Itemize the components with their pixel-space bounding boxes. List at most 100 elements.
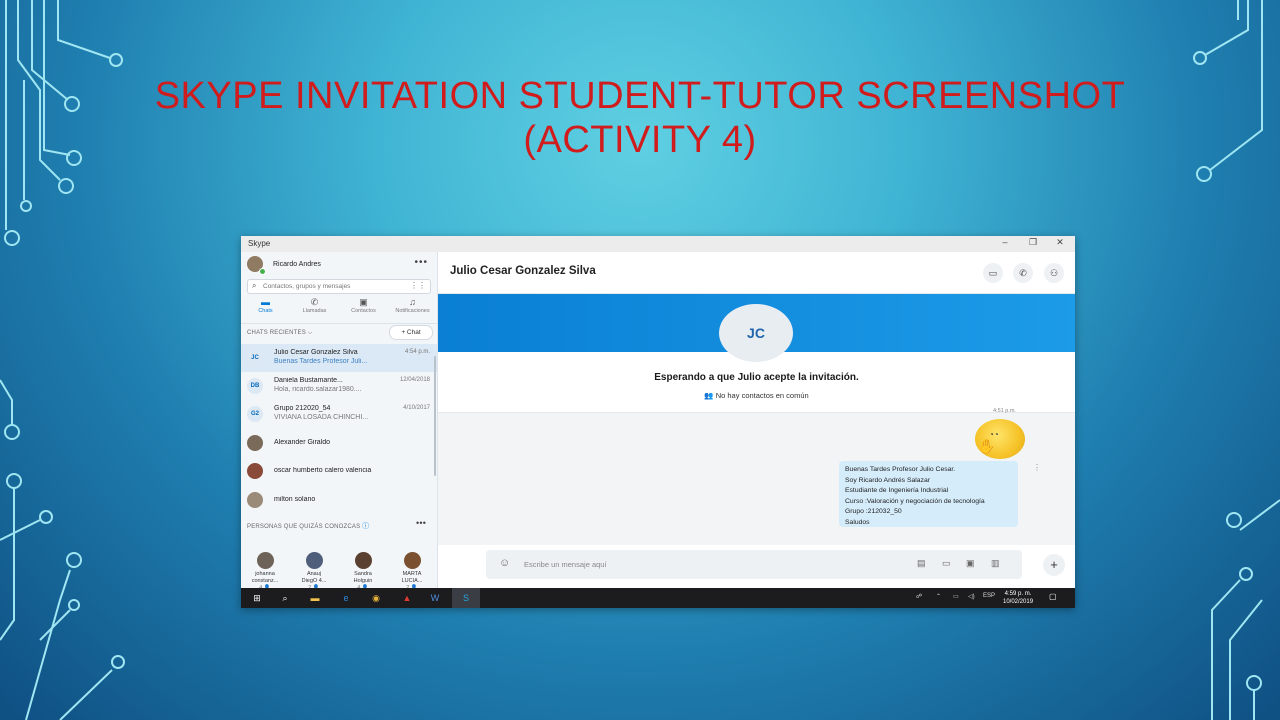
tab-chats[interactable]: ▬ Chats [241,297,290,314]
edge-icon[interactable]: e [332,588,360,608]
new-chat-button[interactable]: + Chat [389,325,433,340]
pdf-icon[interactable]: ▲ [393,588,421,608]
chat-preview: Hola, ricardo.salazar1980.... [274,386,362,393]
avatar [354,552,372,569]
tab-contacts-label: Contactos [351,308,376,314]
add-content-button[interactable]: + [1043,554,1065,576]
chat-item-julio[interactable]: JC Julio Cesar Gonzalez Silva Buenas Tar… [241,344,437,372]
person-name: Sandra [354,571,372,577]
tab-calls[interactable]: ✆ Llamadas [290,297,339,314]
person-name-2: LUCIA... [401,578,423,584]
chat-item-milton[interactable]: milton solano [241,486,437,514]
chat-item-grupo[interactable]: G2 Grupo 212020_54 VIVIANA LOSADA CHINCH… [241,400,437,428]
chat-date: 4:54 p.m. [404,349,430,355]
recent-chats-header[interactable]: CHATS RECIENTES ⌵ [247,330,313,337]
bell-icon: ♫ [409,297,416,307]
people-icon[interactable]: ☍ [916,593,922,600]
tab-chats-label: Chats [258,308,273,314]
suggested-header-label: PERSONAS QUE QUIZÁS CONOZCAS [247,524,361,530]
chat-name: milton solano [274,496,316,503]
person-name-2: constanz... [251,578,279,584]
minimize-button[interactable]: – [996,237,1014,247]
chat-name: oscar humberto calero valencia [274,467,372,474]
person-name-2: Holguin [353,578,373,584]
close-button[interactable]: ✕ [1051,237,1069,248]
contact-name[interactable]: Julio Cesar Gonzalez Silva [450,265,596,277]
language-indicator[interactable]: ESP [983,593,995,599]
message-line: Curso :Valoración y negociación de tecno… [845,497,985,505]
suggested-header: PERSONAS QUE QUIZÁS CONOZCAS ⓘ [247,521,369,531]
message-composer[interactable]: ☺ Escribe un mensaje aquí ▤ ▭ ▣ ▥ [486,550,1022,579]
tab-notifications[interactable]: ♫ Notificaciones [388,297,437,314]
avatar [403,552,421,569]
audio-call-button[interactable]: ✆ [1013,263,1033,283]
more-options-button[interactable]: ••• [414,257,428,268]
message-time: 4:51 p.m. [993,408,1016,414]
search-input[interactable]: ⌕ Contactos, grupos y mensajes ⋮⋮ [247,279,431,294]
tab-calls-label: Llamadas [302,308,327,314]
person-name: MARTA [402,571,422,577]
dialpad-icon[interactable]: ⋮⋮ [410,281,426,290]
word-icon[interactable]: W [421,588,449,608]
sidebar: Ricardo Andres ••• ⌕ Contactos, grupos y… [241,252,438,591]
message-line: Soy Ricardo Andrés Salazar [845,476,931,484]
invitation-status: Esperando a que Julio acepte la invitaci… [654,372,859,383]
skype-taskbar-icon[interactable]: S [452,588,480,608]
avatar: JC [247,350,263,366]
waving-hand-icon: ✋ [978,438,996,454]
notification-center-icon[interactable]: ▢ [1049,592,1057,601]
message-options-icon[interactable]: ⋮ [1033,463,1041,472]
message-line: Grupo :212032_50 [845,508,902,515]
tab-contacts[interactable]: ▣ Contactos [339,297,388,314]
comment-icon[interactable]: ▭ [942,558,951,569]
phone-icon: ✆ [310,297,319,307]
gallery-icon[interactable]: ▤ [917,558,926,569]
no-common-contacts: 👥 No hay contactos en común [704,391,809,400]
video-call-button[interactable]: ▭ [983,263,1003,283]
message-bubble[interactable]: Buenas Tardes Profesor Julio Cesar. Soy … [839,461,1018,527]
chat-name: Alexander Giraldo [274,439,331,446]
emoji-icon[interactable]: ☺ [499,557,510,569]
chat-item-daniela[interactable]: DB Daniela Bustamante... Hola, ricardo.s… [241,372,437,400]
slide-title-line2: (ACTIVITY 4) [523,119,757,161]
person-name: Anauj [306,571,322,577]
chevron-up-icon[interactable]: ⌃ [936,593,941,600]
chat-name: Julio Cesar Gonzalez Silva [274,349,358,356]
volume-icon[interactable]: ◁) [968,593,975,600]
maximize-button[interactable]: ❐ [1024,237,1042,248]
search-icon: ⌕ [252,281,257,290]
chat-icon: ▬ [261,297,270,307]
suggested-person[interactable]: MARTA LUCIA... 2 👤 [392,552,432,592]
contacts-icon: ▣ [359,297,368,307]
window-titlebar: Skype – ❐ ✕ [241,236,1075,252]
search-icon[interactable]: ⌕ [271,588,299,608]
nav-tabs: ▬ Chats ✆ Llamadas ▣ Contactos ♫ Notific… [241,297,437,324]
slide-title: SKYPE INVITATION STUDENT-TUTOR SCREENSHO… [0,74,1280,162]
chat-item-alexander[interactable]: Alexander Giraldo [241,429,437,457]
suggested-person[interactable]: Sandra Holguin 4 👤 [343,552,383,592]
message-line: Buenas Tardes Profesor Julio Cesar. [845,466,956,473]
clock-time: 4:59 p. m. [1004,591,1032,597]
contact-card-icon[interactable]: ▣ [966,558,975,569]
message-input[interactable]: Escribe un mensaje aquí [524,560,607,569]
avatar [247,435,263,451]
chrome-icon[interactable]: ◉ [362,588,390,608]
person-name-2: DiegO 4... [301,578,327,584]
suggested-person[interactable]: Anauj DiegO 4... 2 👤 [294,552,334,592]
suggested-more-button[interactable]: ••• [416,518,426,528]
chat-date: 4/10/2017 [403,405,430,411]
start-icon[interactable]: ⊞ [243,588,271,608]
suggested-person[interactable]: johanna constanz... 4 👤 [245,552,285,592]
info-icon[interactable]: ⓘ [362,523,369,530]
file-explorer-icon[interactable]: ▬ [301,588,329,608]
avatar: G2 [247,406,263,422]
contact-avatar[interactable]: JC [719,304,793,362]
avatar: DB [247,378,263,394]
avatar [247,463,263,479]
chat-item-oscar[interactable]: oscar humberto calero valencia [241,457,437,485]
add-people-button[interactable]: ⚇ [1044,263,1064,283]
sidebar-scrollbar[interactable] [434,356,436,476]
file-icon[interactable]: ▥ [991,558,1000,569]
network-icon[interactable]: ▭ [953,593,959,600]
taskbar-clock[interactable]: 4:59 p. m. 10/02/2019 [1003,590,1033,606]
